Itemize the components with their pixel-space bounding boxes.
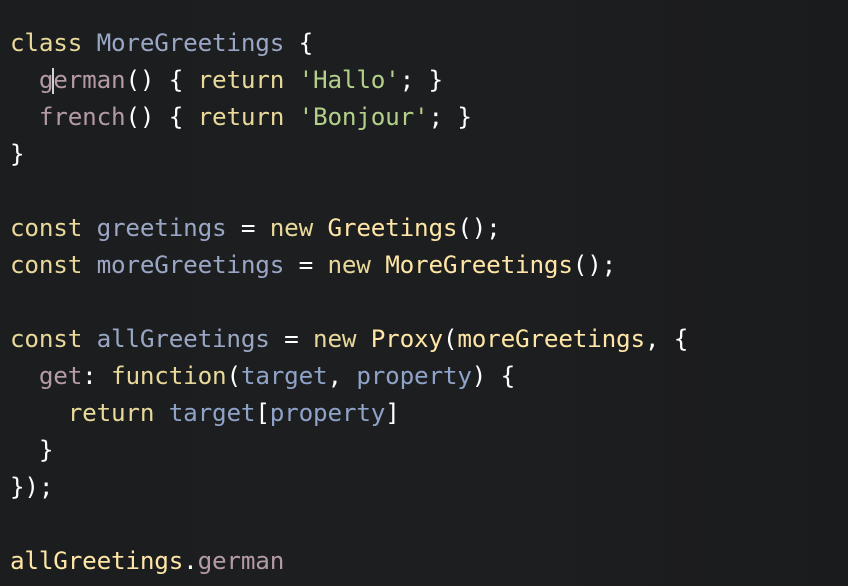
parameter-name: target (240, 361, 328, 390)
code-line-3: french() { return 'Bonjour'; } (38, 102, 472, 131)
keyword-const: const (10, 250, 83, 279)
keyword-return: return (197, 65, 285, 94)
keyword-return: return (67, 398, 155, 427)
constructor-name: Proxy (370, 324, 443, 353)
parameter-name: property (356, 361, 472, 390)
keyword-return: return (197, 102, 285, 131)
parameter-name: property (269, 398, 386, 427)
code-line-7: const moreGreetings = new MoreGreetings(… (10, 250, 617, 279)
keyword-new: new (313, 324, 357, 353)
property-name: get (38, 361, 83, 390)
constructor-name: Greetings (327, 213, 458, 242)
keyword-const: const (10, 213, 83, 242)
keyword-function: function (111, 361, 227, 390)
string-literal: 'Hallo' (298, 65, 400, 94)
code-line-11: return target[property] (67, 398, 400, 427)
method-name: erman (53, 65, 126, 94)
parameter-name: target (168, 398, 256, 427)
keyword-new: new (327, 250, 371, 279)
method-name: french (38, 102, 126, 131)
code-line-15: allGreetings.german (10, 546, 285, 575)
argument-name: moreGreetings (457, 324, 645, 353)
code-line-13: }); (10, 472, 54, 501)
variable-name: moreGreetings (96, 250, 285, 279)
constructor-name: MoreGreetings (385, 250, 573, 279)
code-line-9: const allGreetings = new Proxy(moreGreet… (10, 324, 689, 353)
variable-name: allGreetings (10, 546, 184, 575)
keyword-const: const (10, 324, 83, 353)
property-name: german (197, 546, 285, 575)
class-name: MoreGreetings (96, 28, 285, 57)
variable-name: greetings (96, 213, 227, 242)
keyword-class: class (10, 28, 83, 57)
code-line-10: get: function(target, property) { (38, 361, 516, 390)
code-editor[interactable]: class MoreGreetings { german() { return … (0, 0, 848, 586)
code-line-2: german() { return 'Hallo'; } (38, 65, 443, 94)
keyword-new: new (269, 213, 314, 242)
code-line-1: class MoreGreetings { (10, 28, 314, 57)
variable-name: allGreetings (96, 324, 270, 353)
code-line-12: } (38, 435, 54, 464)
string-literal: 'Bonjour' (298, 102, 429, 131)
code-line-4: } (10, 139, 25, 168)
code-line-6: const greetings = new Greetings(); (10, 213, 501, 242)
